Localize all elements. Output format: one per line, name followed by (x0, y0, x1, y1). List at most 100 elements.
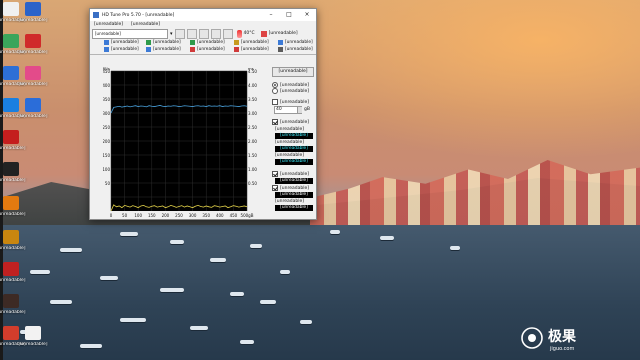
desktop-icon-label: [unreadable] (0, 278, 26, 283)
burst-rate-checkbox[interactable] (272, 185, 278, 191)
menu-item-file[interactable]: [unreadable] (94, 22, 123, 27)
window-titlebar[interactable]: HD Tune Pro 5.70 - [unreadable] – □ × (90, 9, 316, 21)
short-stroke-unit: gB (304, 107, 310, 112)
desktop-icon-label: [unreadable] (18, 50, 48, 55)
desktop-icon-label: [unreadable] (18, 82, 48, 87)
app-icon (3, 230, 19, 244)
desktop-icon-9[interactable]: [unreadable] (0, 162, 28, 183)
tab-1[interactable]: [unreadable] (146, 40, 181, 45)
tab-icon (104, 47, 109, 52)
y-left-tick: 200 (103, 139, 110, 144)
write-radio[interactable] (272, 88, 278, 94)
x-tick: 300 (189, 213, 197, 218)
info-icon[interactable] (174, 28, 185, 39)
boat (210, 258, 226, 262)
desktop-icon-12[interactable]: [unreadable] (0, 262, 28, 283)
access-time-option[interactable]: [unreadable] (272, 171, 314, 177)
close-button[interactable]: × (298, 9, 316, 21)
tab-icon (146, 47, 151, 52)
app-icon (25, 66, 41, 80)
temperature-value: 40°C (243, 31, 255, 36)
spinner-arrows[interactable] (297, 106, 302, 113)
desktop-icon-5[interactable]: [unreadable] (16, 66, 50, 87)
boat (50, 300, 72, 304)
y-right-unit: ms (248, 67, 254, 71)
minimize-button[interactable]: – (262, 9, 280, 21)
tab-9[interactable]: [unreadable] (278, 47, 313, 52)
tab-7[interactable]: [unreadable] (190, 47, 225, 52)
tab-label: [unreadable] (153, 40, 181, 45)
tab-3[interactable]: [unreadable] (234, 40, 269, 45)
camera-icon[interactable] (210, 28, 221, 39)
x-tick: 0 (110, 213, 113, 218)
chevron-down-icon[interactable]: ▾ (170, 31, 173, 37)
avg-readout: [unreadable] (275, 159, 313, 165)
y-right-tick: 1.50 (248, 153, 257, 158)
boat (30, 270, 50, 274)
access-time-checkbox[interactable] (272, 171, 278, 177)
boat (120, 318, 146, 322)
x-tick: 250 (175, 213, 183, 218)
desktop-icon-label: [unreadable] (18, 18, 48, 23)
y-left-tick: 150 (103, 153, 110, 158)
desktop-icon-11[interactable]: [unreadable] (0, 230, 28, 251)
exit-button[interactable]: [unreadable] (260, 30, 298, 37)
cpu-readout: [unreadable] (275, 205, 313, 211)
boat (100, 276, 118, 280)
tab-icon (190, 40, 195, 45)
tab-5[interactable]: [unreadable] (104, 47, 139, 52)
boat (280, 270, 290, 274)
desktop-icon-7[interactable]: [unreadable] (16, 98, 50, 119)
app-icon (25, 2, 41, 16)
desktop-icon-15[interactable]: [unreadable] (16, 326, 50, 347)
y-right-tick: 1.00 (248, 167, 257, 172)
tab-6[interactable]: [unreadable] (146, 47, 181, 52)
tab-icon (190, 47, 195, 52)
drive-select[interactable]: [unreadable] (92, 28, 168, 39)
y-left-tick: 50 (105, 181, 111, 186)
x-tick: 500gB (241, 213, 254, 218)
desktop-icon-10[interactable]: [unreadable] (0, 196, 28, 217)
desktop-icon-13[interactable]: [unreadable] (0, 294, 28, 315)
desktop-icon-1[interactable]: [unreadable] (16, 2, 50, 23)
y-right-tick: 0.50 (248, 181, 257, 186)
exit-label: [unreadable] (268, 31, 298, 36)
hdtune-window[interactable]: HD Tune Pro 5.70 - [unreadable] – □ × [u… (89, 8, 317, 220)
tab-8[interactable]: [unreadable] (234, 47, 269, 52)
menu-item-help[interactable]: [unreadable] (131, 22, 160, 27)
desktop-icon-3[interactable]: [unreadable] (16, 34, 50, 55)
app-icon (3, 294, 19, 308)
transfer-rate-checkbox[interactable] (272, 119, 278, 125)
desktop-icon-label: [unreadable] (18, 114, 48, 119)
x-tick: 450 (230, 213, 238, 218)
tab-label: [unreadable] (241, 47, 269, 52)
tab-label: [unreadable] (285, 40, 313, 45)
y-left-tick: 250 (103, 125, 110, 130)
app-icon (25, 98, 41, 112)
boat (160, 288, 184, 292)
thermometer-icon (236, 29, 242, 38)
maximize-button[interactable]: □ (280, 9, 298, 21)
transfer-rate-option[interactable]: [unreadable] (272, 119, 314, 125)
copy-icon[interactable] (186, 28, 197, 39)
exit-icon (260, 30, 267, 37)
start-button[interactable]: [unreadable] (272, 67, 314, 77)
short-stroke-spinner[interactable]: 40 (274, 105, 302, 114)
tab-2[interactable]: [unreadable] (190, 40, 225, 45)
tab-0[interactable]: [unreadable] (104, 40, 139, 45)
short-stroke-checkbox[interactable] (272, 99, 278, 105)
desktop-icon-8[interactable]: [unreadable] (0, 130, 28, 151)
tab-label: [unreadable] (197, 47, 225, 52)
burst-rate-option[interactable]: [unreadable] (272, 185, 314, 191)
disk-icon[interactable] (222, 28, 233, 39)
boat (170, 240, 184, 244)
save-icon[interactable] (198, 28, 209, 39)
tab-icon (278, 40, 283, 45)
jiguo-logo-dot (528, 334, 536, 342)
toolbar: [unreadable] ▾ 40°C [unreadable] (90, 28, 316, 39)
desktop-icon-label: [unreadable] (18, 342, 48, 347)
boat (230, 292, 244, 296)
boat (190, 326, 208, 330)
menu-bar: [unreadable] [unreadable] (90, 21, 316, 28)
tab-4[interactable]: [unreadable] (278, 40, 313, 45)
